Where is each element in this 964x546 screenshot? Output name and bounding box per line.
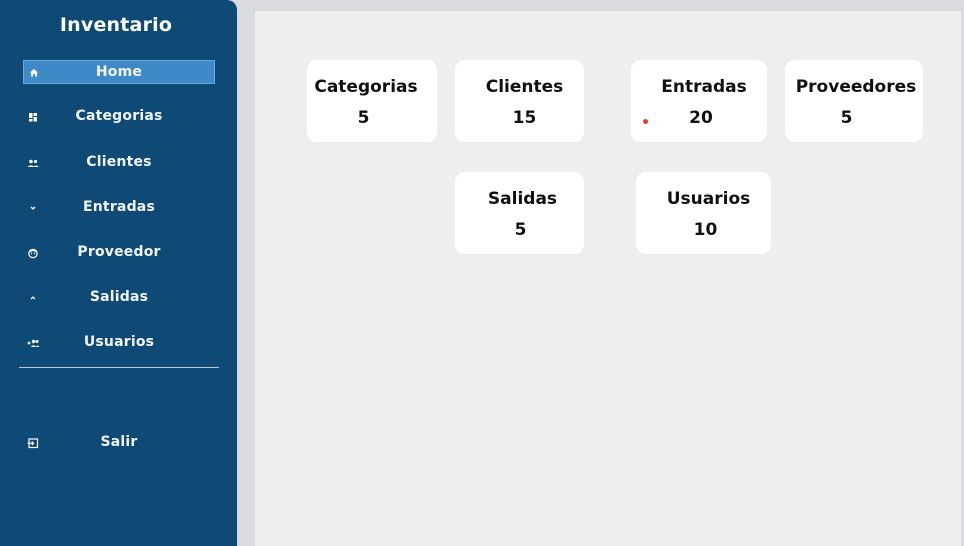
sidebar-item-label: Clientes <box>86 154 152 170</box>
sidebar-item-label: Home <box>95 64 143 80</box>
card-value: 5 <box>840 108 853 128</box>
sidebar-item-label: Salir <box>100 434 138 450</box>
card-title: Proveedores <box>795 77 917 97</box>
sidebar-item-label: Categorias <box>75 108 163 124</box>
card-usuarios[interactable]: Usuarios 10 <box>636 172 771 254</box>
status-dot <box>643 119 648 124</box>
sidebar-item-proveedor[interactable]: Proveedor <box>23 241 215 265</box>
sidebar-item-salir[interactable]: Salir <box>23 431 215 455</box>
sidebar-item-salidas[interactable]: Salidas <box>23 286 215 310</box>
card-title: Salidas <box>487 189 558 209</box>
card-categorias[interactable]: Categorias 5 <box>307 60 437 142</box>
sidebar-divider <box>19 367 219 368</box>
sidebar-item-home[interactable]: Home <box>23 60 215 84</box>
card-title: Usuarios <box>666 189 751 209</box>
app-brand: Inventario <box>59 14 173 36</box>
card-value: 5 <box>514 220 527 240</box>
sidebar-item-usuarios[interactable]: Usuarios <box>23 331 215 355</box>
card-title: Categorias <box>314 77 418 97</box>
card-value: 5 <box>357 108 370 128</box>
sidebar-item-clientes[interactable]: Clientes <box>23 151 215 175</box>
sidebar-item-label: Usuarios <box>83 334 155 350</box>
card-title: Clientes <box>485 77 564 97</box>
card-entradas[interactable]: Entradas 20 <box>631 60 767 142</box>
card-value: 10 <box>693 220 718 240</box>
sidebar: Inventario Home Categorias Clientes Entr… <box>0 0 237 546</box>
sidebar-item-label: Proveedor <box>77 244 161 260</box>
card-title: Entradas <box>661 77 747 97</box>
card-clientes[interactable]: Clientes 15 <box>455 60 584 142</box>
card-salidas[interactable]: Salidas 5 <box>455 172 584 254</box>
sidebar-item-label: Salidas <box>89 289 149 305</box>
sidebar-item-label: Entradas <box>83 199 155 215</box>
card-value: 20 <box>689 108 713 128</box>
card-proveedores[interactable]: Proveedores 5 <box>785 60 923 142</box>
sidebar-item-entradas[interactable]: Entradas <box>23 196 215 220</box>
sidebar-item-categorias[interactable]: Categorias <box>23 105 215 129</box>
card-value: 15 <box>512 108 537 128</box>
